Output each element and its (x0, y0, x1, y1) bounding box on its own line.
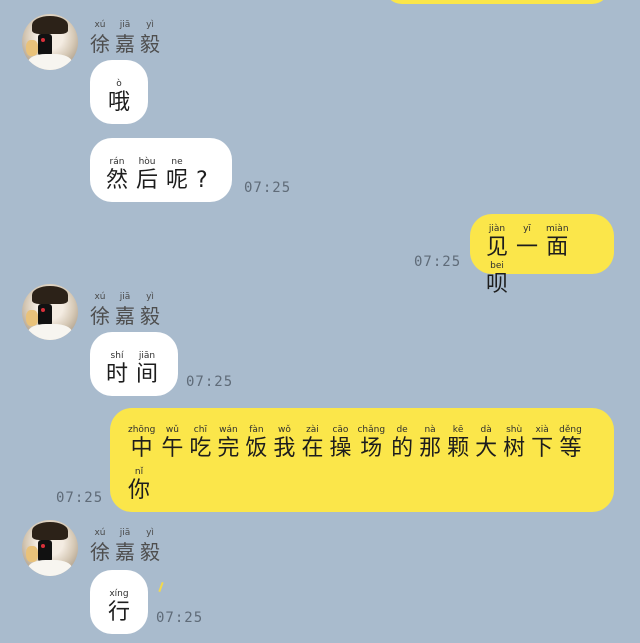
contact-avatar[interactable] (22, 284, 78, 340)
message-char: jiàn 见 (486, 224, 509, 260)
message-char: miàn 面 (546, 224, 569, 260)
message-char: cāo 操 (329, 425, 352, 461)
message-bubble-outgoing[interactable]: zhōng 中 wǔ 午 chī 吃 wán 完 fàn 饭 wǒ 我 zài 在 cāo 操 … (110, 408, 614, 512)
message-char: wǒ 我 (273, 425, 296, 461)
message-timestamp: 07:25 (244, 180, 292, 196)
message-char: hòu 后 (136, 157, 159, 193)
contact-name: xú 徐 jiā 嘉 yì 毅 (90, 20, 160, 57)
name-char: xú 徐 (90, 20, 110, 56)
name-char: jiā 嘉 (115, 292, 135, 328)
message-char: ò哦 (107, 79, 130, 115)
message-timestamp: 07:25 (156, 610, 204, 626)
message-char: xíng 行 (107, 589, 130, 625)
message-char: yī 一 (516, 224, 539, 260)
contact-avatar[interactable] (22, 14, 78, 70)
message-timestamp: 07:25 (56, 490, 104, 506)
contact-name: xú 徐 jiā 嘉 yì 毅 (90, 292, 160, 329)
message-char: jiān 间 (136, 351, 159, 387)
message-char: bei 呗 (486, 261, 509, 297)
name-char: yì 毅 (140, 20, 160, 56)
message-char: dà 大 (475, 425, 498, 461)
message-char: rán 然 (106, 157, 129, 193)
message-bubble-incoming[interactable]: shí 时 jiān 间 (90, 332, 178, 396)
yellow-tick-mark (158, 581, 164, 593)
message-char: ne 呢 (166, 157, 189, 193)
message-char: chī 吃 (189, 425, 212, 461)
contact-avatar[interactable] (22, 520, 78, 576)
message-char: shí 时 (106, 351, 129, 387)
message-char: de 的 (391, 425, 414, 461)
message-char: nà 那 (419, 425, 442, 461)
name-char: xú 徐 (90, 528, 110, 564)
message-char: zài 在 (301, 425, 324, 461)
message-bubble-outgoing[interactable]: jiàn 见 yī 一 miàn 面 bei 呗 (470, 214, 614, 297)
message-bubble-incoming[interactable]: ò哦 (90, 60, 148, 124)
message-char: fàn 饭 (245, 425, 268, 461)
message-char: děng 等 (559, 425, 582, 461)
message-char: chǎng 场 (357, 425, 386, 461)
name-char: yì 毅 (140, 292, 160, 328)
message-char: zhōng 中 (128, 425, 156, 461)
message-timestamp: 07:25 (414, 254, 462, 270)
message-char: xià 下 (531, 425, 554, 461)
contact-name: xú 徐 jiā 嘉 yì 毅 (90, 528, 160, 565)
name-char: jiā 嘉 (115, 20, 135, 56)
message-bubble-incoming[interactable]: rán 然 hòu 后 ne 呢 ? (90, 138, 232, 202)
message-bubble-incoming[interactable]: xíng 行 (90, 570, 148, 634)
name-char: jiā 嘉 (115, 528, 135, 564)
message-timestamp: 07:25 (186, 374, 234, 390)
message-char: nǐ 你 (128, 467, 151, 503)
message-char: shù 树 (503, 425, 526, 461)
message-char: ? (196, 168, 208, 193)
message-char: wán 完 (217, 425, 240, 461)
message-char: wǔ 午 (161, 425, 184, 461)
name-char: xú 徐 (90, 292, 110, 328)
message-char: kē 颗 (447, 425, 470, 461)
previous-message-bubble[interactable] (384, 0, 610, 4)
name-char: yì 毅 (140, 528, 160, 564)
